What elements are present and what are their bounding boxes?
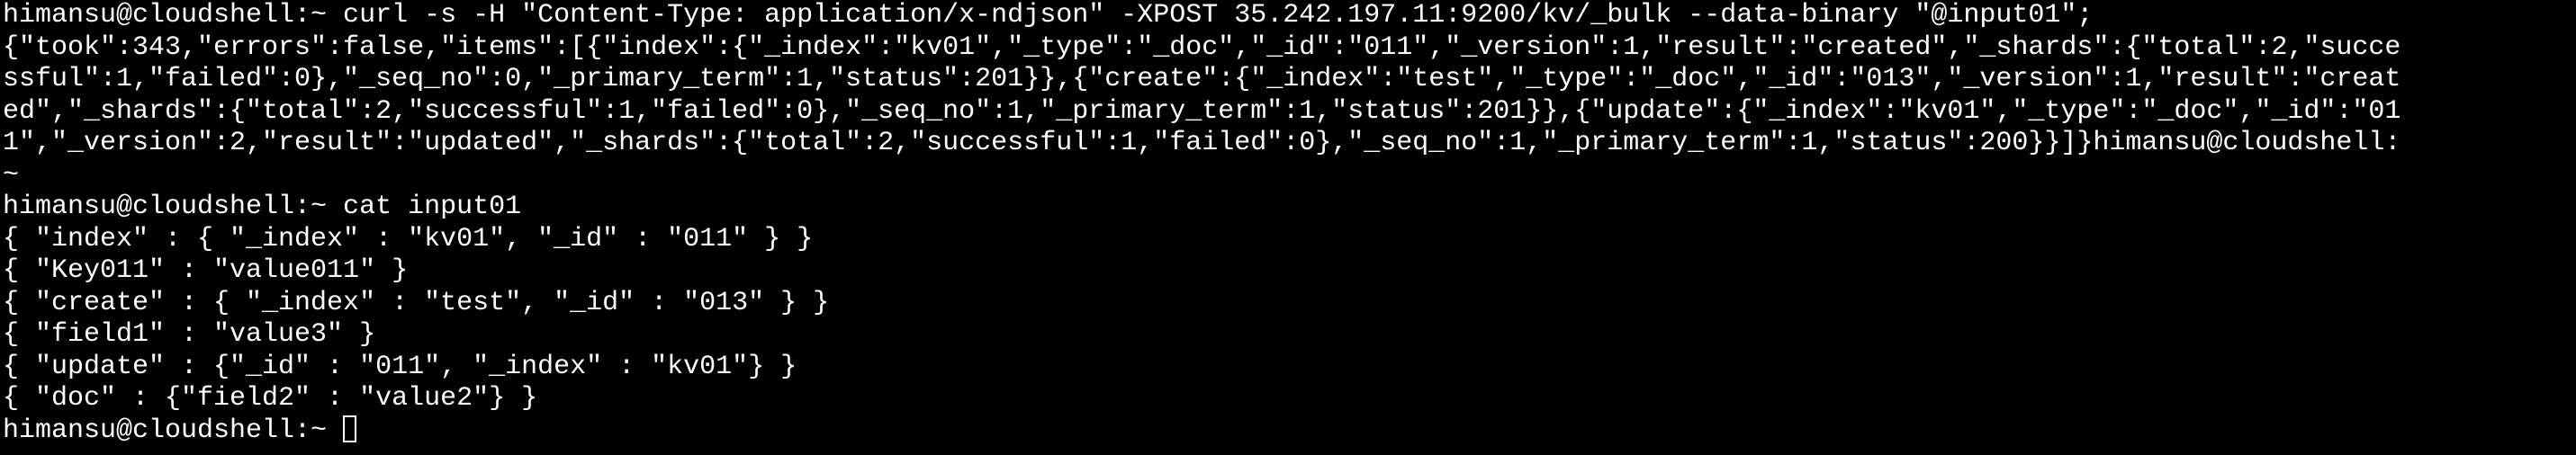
terminal-line-file-content: { "field1" : "value3" } <box>3 319 376 350</box>
terminal-line-curl-command: himansu@cloudshell:~ curl -s -H "Content… <box>3 0 2094 31</box>
terminal-line-output: 1","_version":2,"result":"updated","_sha… <box>3 128 2401 158</box>
terminal-line-output: {"took":343,"errors":false,"items":[{"in… <box>3 31 2401 63</box>
terminal-prompt-line[interactable]: himansu@cloudshell:~ <box>3 415 2576 448</box>
terminal-prompt: himansu@cloudshell:~ <box>3 415 344 446</box>
terminal-line-file-content: { "doc" : {"field2" : "value2"} } <box>3 383 538 414</box>
terminal-line-file-content: { "create" : { "_index" : "test", "_id" … <box>3 287 830 318</box>
terminal-window[interactable]: himansu@cloudshell:~ curl -s -H "Content… <box>0 0 2576 455</box>
terminal-line-output: ~ <box>3 159 20 191</box>
terminal-line-file-content: { "index" : { "_index" : "kv01", "_id" :… <box>3 223 814 254</box>
text-cursor <box>343 415 357 442</box>
terminal-line-file-content: { "Key011" : "value011" } <box>3 255 409 286</box>
terminal-line-output: ed","_shards":{"total":2,"successful":1,… <box>3 95 2401 127</box>
terminal-line-cat-command: himansu@cloudshell:~ cat input01 <box>3 192 522 222</box>
terminal-line-output: ssful":1,"failed":0},"_seq_no":0,"_prima… <box>3 64 2401 94</box>
terminal-line-file-content: { "update" : {"_id" : "011", "_index" : … <box>3 351 797 382</box>
